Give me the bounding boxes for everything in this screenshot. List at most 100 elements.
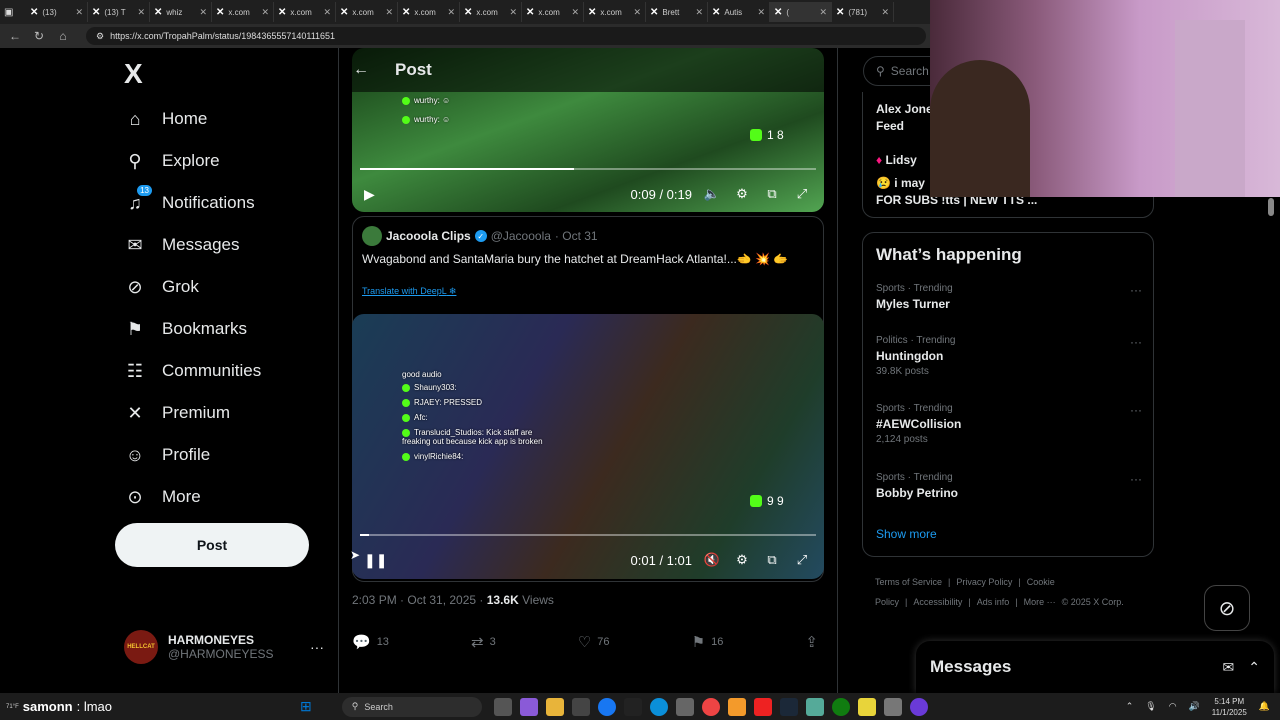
close-tab-icon[interactable]: ✕ xyxy=(695,7,703,18)
chevron-up-icon[interactable]: ⌃ xyxy=(1126,701,1134,712)
more-options-icon[interactable]: ··· xyxy=(310,639,324,655)
amazon-icon[interactable] xyxy=(623,697,642,716)
close-tab-icon[interactable]: ✕ xyxy=(881,7,889,18)
share-button[interactable]: ⇪ xyxy=(805,633,824,651)
app-icon[interactable] xyxy=(675,697,694,716)
close-tab-icon[interactable]: ✕ xyxy=(261,7,269,18)
window-menu-icon[interactable]: ▣ xyxy=(4,7,26,18)
sidebar-item-notifications[interactable]: ♫ 13 Notifications xyxy=(124,185,255,218)
browser-tab[interactable]: ✕ x.com ✕ xyxy=(336,2,398,22)
store-icon[interactable] xyxy=(571,697,590,716)
app-icon[interactable] xyxy=(727,697,746,716)
sidebar-item-bookmarks[interactable]: ⚑ Bookmarks xyxy=(124,314,247,344)
clock[interactable]: 5:14 PM 11/1/2025 xyxy=(1212,696,1247,718)
close-tab-icon[interactable]: ✕ xyxy=(819,7,827,18)
settings-gear-icon[interactable]: ⚙ xyxy=(732,186,752,202)
more-options-icon[interactable]: ··· xyxy=(1130,403,1142,417)
messages-drawer[interactable]: Messages ✉ ⌃ xyxy=(916,641,1274,693)
close-tab-icon[interactable]: ✕ xyxy=(757,7,765,18)
app-icon[interactable] xyxy=(493,697,512,716)
trend-item[interactable]: Sports · Trending #AEWCollision 2,124 post… xyxy=(876,403,1142,445)
footer-link[interactable]: More ··· xyxy=(1024,597,1056,607)
obs-icon[interactable] xyxy=(909,697,928,716)
browser-tab[interactable]: ✕ Brett ✕ xyxy=(646,2,708,22)
fullscreen-icon[interactable]: ⤢ xyxy=(792,552,812,568)
sidebar-item-home[interactable]: ⌂ Home xyxy=(124,104,208,134)
show-more-link[interactable]: Show more xyxy=(876,527,937,541)
app-icon[interactable] xyxy=(805,697,824,716)
browser-tab[interactable]: ✕ x.com ✕ xyxy=(460,2,522,22)
browser-tab[interactable]: ✕(✕ xyxy=(770,2,832,22)
account-switcher[interactable]: HELLCAT HARMONEYES @HARMONEYESS ··· xyxy=(124,630,324,664)
volume-icon[interactable]: 🔈 xyxy=(702,186,722,202)
live-item-title[interactable]: 😢 i may xyxy=(876,176,925,190)
wifi-icon[interactable]: ◠ xyxy=(1169,701,1177,712)
close-tab-icon[interactable]: ✕ xyxy=(75,7,83,18)
youtube-icon[interactable] xyxy=(753,697,772,716)
sidebar-item-premium[interactable]: ✕ Premium xyxy=(124,398,230,428)
mute-icon[interactable]: 🔇 xyxy=(702,552,722,568)
footer-link[interactable]: Terms of Service xyxy=(875,577,942,587)
video-player-2[interactable]: good audio Shauny303: RJAEY: PRESSED Afc… xyxy=(352,314,824,579)
site-info-icon[interactable]: ⚙ xyxy=(96,31,104,42)
browser-tab[interactable]: ✕ x.com ✕ xyxy=(398,2,460,22)
fullscreen-icon[interactable]: ⤢ xyxy=(792,186,812,202)
browser-tab[interactable]: ✕ (13) T ✕ xyxy=(88,2,150,22)
author-handle[interactable]: @Jacooola xyxy=(491,229,551,243)
browser-tab[interactable]: ✕ whiz ✕ xyxy=(150,2,212,22)
sidebar-item-explore[interactable]: ⚲ Explore xyxy=(124,146,219,176)
xbox-icon[interactable] xyxy=(831,697,850,716)
sidebar-item-communities[interactable]: ☷ Communities xyxy=(124,356,261,386)
footer-link[interactable]: Accessibility xyxy=(913,597,962,607)
back-arrow-icon[interactable]: ← xyxy=(353,61,369,79)
facebook-icon[interactable] xyxy=(597,697,616,716)
post-button[interactable]: Post xyxy=(115,523,309,567)
mic-icon[interactable]: 🎙 xyxy=(1145,701,1156,712)
url-field[interactable]: ⚙ https://x.com/TropahPalm/status/198436… xyxy=(86,27,926,45)
trend-item[interactable]: Politics · Trending Huntingdon 39.8K posts… xyxy=(876,335,1142,377)
more-options-icon[interactable]: ··· xyxy=(1130,283,1142,297)
repost-button[interactable]: ⇄ 3 xyxy=(471,633,496,651)
x-logo[interactable]: X xyxy=(124,58,143,90)
steam-icon[interactable] xyxy=(779,697,798,716)
video-progress-bar[interactable] xyxy=(360,168,816,170)
pip-icon[interactable]: ⧉ xyxy=(762,552,782,568)
live-item-title[interactable]: Alex Jone xyxy=(876,102,933,116)
notification-bell-icon[interactable]: 🔔 xyxy=(1259,701,1270,712)
sidebar-item-profile[interactable]: ☺ Profile xyxy=(124,440,210,470)
play-icon[interactable]: ▶ xyxy=(364,186,384,203)
trend-item[interactable]: Sports · Trending Myles Turner ··· xyxy=(876,283,1142,311)
post-timestamp[interactable]: 2:03 PM · Oct 31, 2025 · xyxy=(352,593,483,607)
chrome-icon[interactable] xyxy=(701,697,720,716)
grok-icon[interactable]: ⊘ xyxy=(1204,585,1250,631)
bookmark-button[interactable]: ⚑ 16 xyxy=(692,633,724,651)
app-icon[interactable] xyxy=(519,697,538,716)
sidebar-item-more[interactable]: ⊙ More xyxy=(124,482,200,512)
browser-tab[interactable]: ✕ x.com ✕ xyxy=(584,2,646,22)
more-options-icon[interactable]: ··· xyxy=(1130,472,1142,486)
browser-tab[interactable]: ✕ x.com ✕ xyxy=(522,2,584,22)
app-icon[interactable] xyxy=(857,697,876,716)
sidebar-item-grok[interactable]: ⊘ Grok xyxy=(124,272,198,302)
video-progress-bar[interactable] xyxy=(360,534,816,536)
more-options-icon[interactable]: ··· xyxy=(1130,335,1142,349)
close-tab-icon[interactable]: ✕ xyxy=(571,7,579,18)
pause-icon[interactable]: ❚❚ xyxy=(364,552,387,569)
expand-icon[interactable]: ⌃ xyxy=(1248,659,1260,676)
windows-start-icon[interactable]: ⊞ xyxy=(300,698,312,715)
app-icon[interactable] xyxy=(883,697,902,716)
reload-icon[interactable]: ↻ xyxy=(32,29,46,43)
close-tab-icon[interactable]: ✕ xyxy=(633,7,641,18)
footer-link[interactable]: Privacy Policy xyxy=(956,577,1012,587)
footer-link[interactable]: © 2025 X Corp. xyxy=(1062,597,1124,607)
browser-tab[interactable]: ✕ x.com ✕ xyxy=(274,2,336,22)
new-message-icon[interactable]: ✉ xyxy=(1223,659,1235,676)
settings-gear-icon[interactable]: ⚙ xyxy=(732,552,752,568)
back-icon[interactable]: ← xyxy=(8,29,22,43)
close-tab-icon[interactable]: ✕ xyxy=(385,7,393,18)
close-tab-icon[interactable]: ✕ xyxy=(323,7,331,18)
live-item-user[interactable]: ♦ Lidsy xyxy=(876,153,917,167)
close-tab-icon[interactable]: ✕ xyxy=(447,7,455,18)
browser-tab[interactable]: ✕ (781) ✕ xyxy=(832,2,894,22)
close-tab-icon[interactable]: ✕ xyxy=(137,7,145,18)
